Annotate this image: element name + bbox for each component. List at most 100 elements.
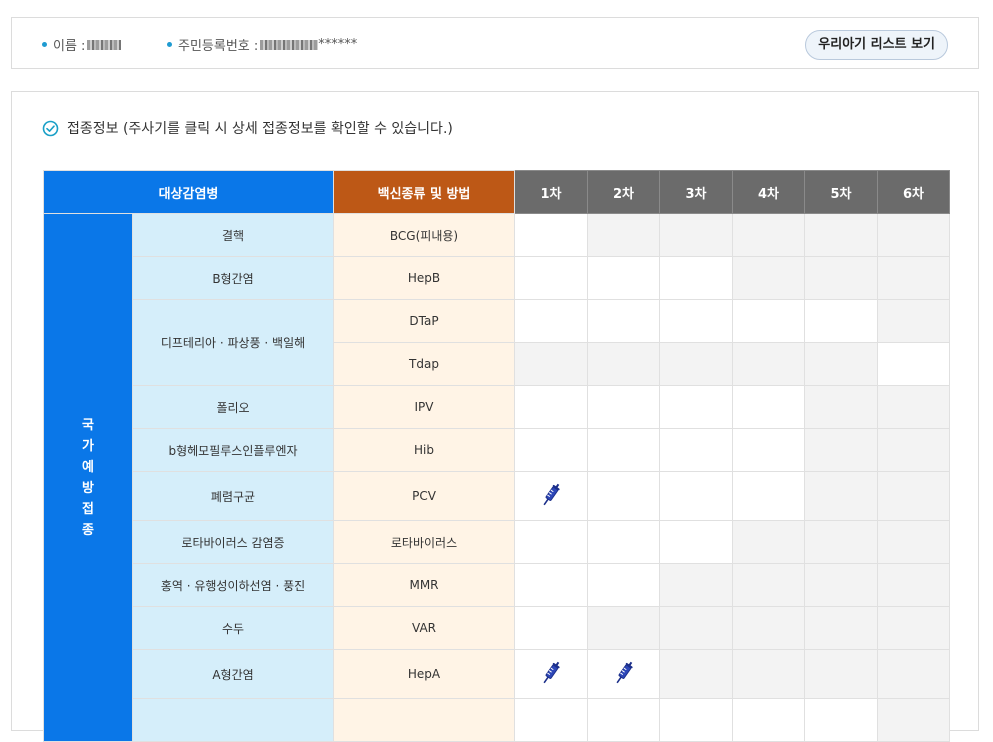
disease-name: 수두	[132, 606, 334, 650]
dose-cell	[587, 428, 660, 472]
table-row: 폐렴구균 PCV	[44, 471, 950, 521]
dose-cell	[514, 385, 588, 429]
table-row: 로타바이러스 감염증 로타바이러스	[44, 520, 950, 564]
dose-cell	[514, 256, 588, 300]
syringe-icon[interactable]	[541, 482, 561, 511]
dose-cell	[514, 213, 588, 257]
dose-cell	[514, 649, 588, 699]
table-row: 디프테리아 · 파상풍 · 백일해 DTaP	[44, 299, 950, 386]
dose-cell	[804, 520, 878, 564]
vaccine-name: 로타바이러스	[333, 520, 515, 564]
dose-cell	[732, 606, 805, 650]
disease-name: A형간염	[132, 649, 334, 699]
disease-name: B형간염	[132, 256, 334, 300]
category-char: 국	[82, 417, 94, 433]
dose-cell	[587, 342, 660, 386]
id-mask: ******	[318, 37, 358, 52]
dose-cell	[587, 299, 660, 343]
id-value-redacted	[260, 39, 319, 50]
dose-cell	[587, 606, 660, 650]
header-dose-2: 2차	[587, 170, 660, 214]
child-info-bar: 이름 : 주민등록번호 : ****** 우리아기 리스트 보기	[11, 17, 979, 69]
header-dose-3: 3차	[659, 170, 733, 214]
dose-cell	[659, 606, 733, 650]
vaccination-table: 대상감염병 백신종류 및 방법 1차 2차 3차 4차 5차 6차 국가예방접종…	[43, 170, 950, 742]
dose-cell	[877, 520, 950, 564]
dose-cell	[877, 213, 950, 257]
disease-name: 로타바이러스 감염증	[132, 520, 334, 564]
dose-cell	[514, 428, 588, 472]
table-row	[44, 698, 950, 742]
dose-cell	[804, 471, 878, 521]
dose-cell	[877, 698, 950, 742]
vaccine-name: HepA	[333, 649, 515, 699]
dose-cell	[732, 520, 805, 564]
vaccine-name: IPV	[333, 385, 515, 429]
category-char: 방	[82, 480, 94, 496]
vaccine-name: VAR	[333, 606, 515, 650]
header-disease: 대상감염병	[43, 170, 334, 214]
disease-name: 홍역 · 유행성이하선염 · 풍진	[132, 563, 334, 607]
dose-cell	[659, 520, 733, 564]
dose-cell	[514, 606, 588, 650]
disease-name: 폐렴구균	[132, 471, 334, 521]
dose-cell	[659, 563, 733, 607]
dose-cell	[732, 428, 805, 472]
disease-name	[132, 698, 334, 742]
section-title: 접종정보 (주사기를 클릭 시 상세 접종정보를 확인할 수 있습니다.)	[67, 121, 453, 137]
dose-cell	[587, 471, 660, 521]
table-row: 수두 VAR	[44, 606, 950, 650]
vaccine-name: Tdap	[333, 342, 515, 386]
dose-cell	[877, 342, 950, 386]
dose-cell	[659, 213, 733, 257]
dose-cell	[659, 649, 733, 699]
dose-cell	[659, 385, 733, 429]
dose-cell	[514, 698, 588, 742]
dose-cell	[804, 299, 878, 343]
section-heading: 접종정보 (주사기를 클릭 시 상세 접종정보를 확인할 수 있습니다.)	[42, 118, 453, 138]
dose-cell	[877, 428, 950, 472]
dose-cell	[804, 649, 878, 699]
dose-cell	[877, 649, 950, 699]
vaccination-panel: 접종정보 (주사기를 클릭 시 상세 접종정보를 확인할 수 있습니다.) 대상…	[11, 91, 979, 742]
dose-cell	[804, 342, 878, 386]
vaccine-name: HepB	[333, 256, 515, 300]
dose-cell	[732, 256, 805, 300]
table-row: B형간염 HepB	[44, 256, 950, 300]
dose-cell	[732, 385, 805, 429]
dose-cell	[659, 256, 733, 300]
header-dose-6: 6차	[877, 170, 950, 214]
dose-cell	[587, 563, 660, 607]
dose-cell	[877, 385, 950, 429]
category-char: 예	[82, 459, 94, 475]
dose-cell	[732, 563, 805, 607]
table-row: 홍역 · 유행성이하선염 · 풍진 MMR	[44, 563, 950, 607]
dose-cell	[804, 606, 878, 650]
check-circle-icon	[42, 120, 59, 136]
dose-cell	[514, 471, 588, 521]
child-list-button[interactable]: 우리아기 리스트 보기	[805, 30, 948, 60]
dose-cell	[659, 428, 733, 472]
category-national-vaccination: 국가예방접종	[43, 213, 133, 742]
syringe-icon[interactable]	[614, 660, 634, 689]
dose-cell	[804, 428, 878, 472]
syringe-icon[interactable]	[541, 660, 561, 689]
category-char: 접	[82, 501, 94, 517]
dose-cell	[804, 563, 878, 607]
vaccine-name: MMR	[333, 563, 515, 607]
dose-cell	[732, 213, 805, 257]
dose-cell	[877, 606, 950, 650]
vaccine-name: PCV	[333, 471, 515, 521]
dose-cell	[804, 213, 878, 257]
dose-cell	[587, 385, 660, 429]
dose-cell	[659, 299, 733, 343]
name-value-redacted	[87, 39, 122, 50]
vaccine-name: BCG(피내용)	[333, 213, 515, 257]
dose-cell	[877, 299, 950, 343]
dose-cell	[659, 471, 733, 521]
dose-cell	[514, 299, 588, 343]
table-header-row: 대상감염병 백신종류 및 방법 1차 2차 3차 4차 5차 6차	[43, 170, 950, 214]
dose-cell	[587, 256, 660, 300]
name-label: 이름 :	[53, 39, 86, 54]
vaccine-name: Hib	[333, 428, 515, 472]
